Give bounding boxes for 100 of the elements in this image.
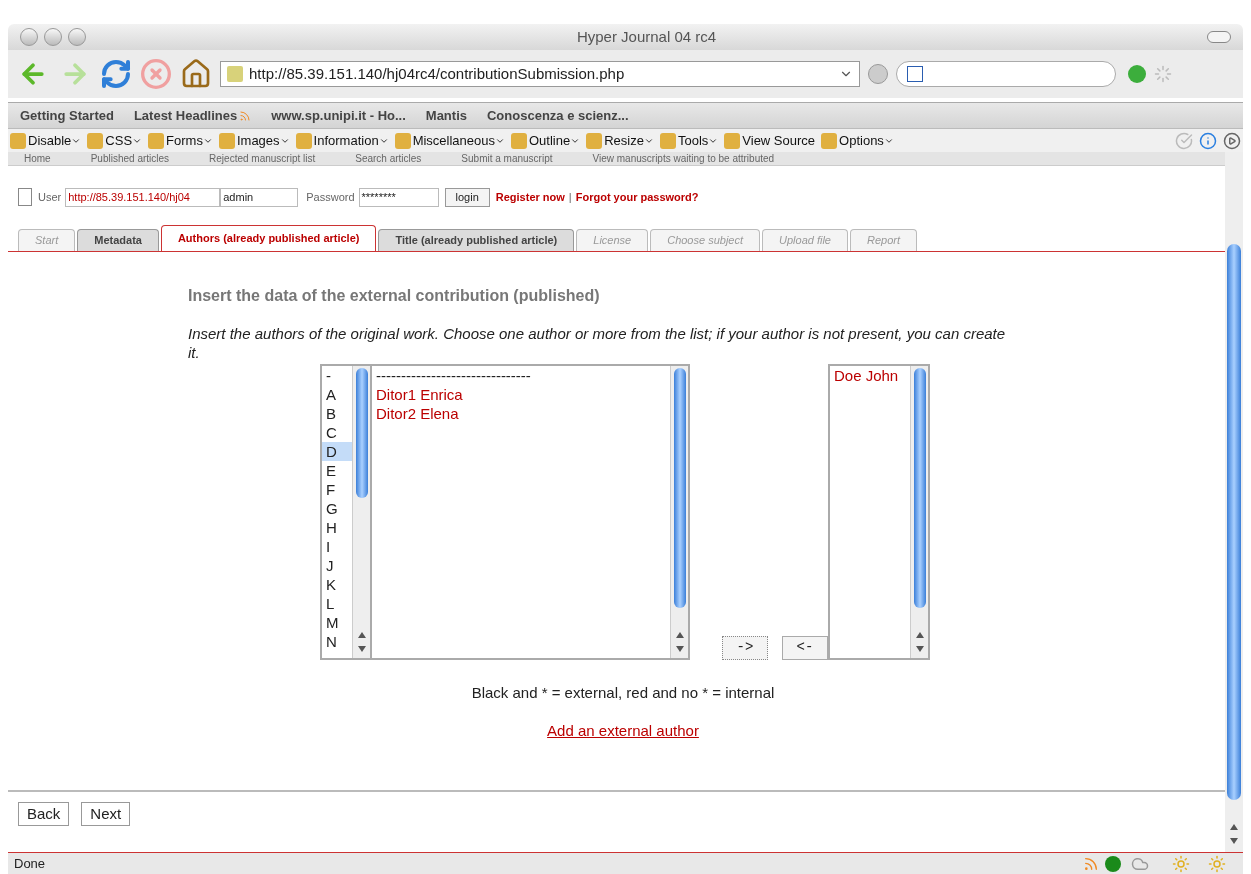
letter-option[interactable]: J <box>322 555 352 575</box>
scroll-up-icon[interactable] <box>915 631 924 638</box>
window-control-icon[interactable] <box>68 28 86 46</box>
toolbar-menu[interactable]: Tools <box>659 130 719 151</box>
page-scrollbar[interactable] <box>1225 152 1243 852</box>
letter-option[interactable]: H <box>322 517 352 537</box>
letter-option[interactable]: L <box>322 593 352 613</box>
window-control-icon[interactable] <box>44 28 62 46</box>
forgot-password-link[interactable]: Forgot your password? <box>575 189 699 206</box>
separator-text: | <box>568 190 572 205</box>
letter-option[interactable]: N <box>322 631 352 651</box>
reload-icon[interactable] <box>100 58 132 90</box>
nav-link[interactable]: Rejected manuscript list <box>209 152 316 165</box>
toolbar-menu[interactable]: CSS <box>87 130 143 151</box>
toolbar-menu[interactable]: Miscellaneous <box>394 130 505 151</box>
letter-option[interactable]: I <box>322 536 352 556</box>
nav-link[interactable]: Published articles <box>90 152 170 165</box>
letter-option[interactable]: - <box>322 365 352 385</box>
author-option[interactable]: Ditor1 Enrica <box>376 384 666 404</box>
login-button[interactable]: login <box>444 188 490 207</box>
letter-option[interactable]: A <box>322 384 352 404</box>
document-icon <box>18 188 32 206</box>
author-option[interactable]: Ditor2 Elena <box>376 403 666 423</box>
selected-authors-list[interactable]: Doe John <box>828 363 930 660</box>
scroll-down-icon[interactable] <box>675 645 684 652</box>
toolbar-tool-icon <box>295 132 312 149</box>
bookmark-link[interactable]: Getting Started <box>20 105 114 126</box>
toolbar-menu[interactable]: Images <box>218 130 290 151</box>
check-icon[interactable] <box>1175 131 1193 150</box>
bookmark-link[interactable]: Conoscenza e scienz... <box>487 105 629 126</box>
spinner-icon <box>1154 65 1172 83</box>
toolbar-tool-icon <box>586 132 603 149</box>
letter-list[interactable]: - A B C D E F G H I J K L M N <box>320 363 370 660</box>
remove-author-button[interactable]: <- <box>782 635 828 660</box>
add-author-button[interactable]: -> <box>722 635 768 660</box>
letter-option[interactable]: B <box>322 403 352 423</box>
home-icon[interactable] <box>180 58 212 90</box>
nav-link[interactable]: Home <box>24 152 51 165</box>
window-control-icon[interactable] <box>20 28 38 46</box>
toolbar-tool-icon <box>659 132 676 149</box>
tab[interactable]: Authors (already published article) <box>160 224 377 251</box>
selected-author-option[interactable]: Doe John <box>834 365 906 385</box>
nav-button[interactable]: Back <box>18 802 70 826</box>
password-field[interactable]: ******** <box>358 188 439 207</box>
address-bar[interactable]: http://85.39.151.140/hj04rc4/contributionSubmission.php <box>220 61 860 87</box>
letter-option[interactable]: D <box>322 441 352 461</box>
url-field[interactable]: http://85.39.151.140/hj04 <box>65 188 221 207</box>
toolbar-tool-icon <box>724 132 741 149</box>
toolbar-tool-icon <box>218 132 235 149</box>
go-icon[interactable] <box>868 64 888 84</box>
play-icon[interactable] <box>1223 131 1241 150</box>
url-text: http://85.39.151.140/hj04rc4/contributionSubmission.php <box>249 63 626 84</box>
letter-option[interactable]: G <box>322 498 352 518</box>
add-external-author-link[interactable]: Add an external author <box>547 720 699 743</box>
search-field[interactable] <box>896 61 1116 87</box>
scroll-up-icon[interactable] <box>1230 824 1238 830</box>
nav-button[interactable]: Next <box>81 802 131 826</box>
letter-option[interactable]: M <box>322 612 352 632</box>
letter-option[interactable]: E <box>322 460 352 480</box>
info-icon[interactable] <box>1199 131 1217 150</box>
toolbar-menu[interactable]: Options <box>821 130 894 151</box>
bookmark-link[interactable]: Mantis <box>425 105 467 126</box>
bookmark-link[interactable]: Latest Headlines <box>133 105 238 126</box>
scrollbar[interactable] <box>910 365 928 658</box>
tab[interactable]: Metadata <box>77 228 159 251</box>
tab[interactable]: Title (already published article) <box>378 228 575 251</box>
letter-option[interactable]: F <box>322 479 352 499</box>
letter-option[interactable]: C <box>322 422 352 442</box>
password-label: Password <box>306 190 355 205</box>
section-heading: Insert the data of the external contribution (published) <box>188 285 601 306</box>
nav-link[interactable]: View manuscripts waiting to be attributed <box>592 152 775 165</box>
toolbar-menu[interactable]: Outline <box>511 130 581 151</box>
toolbar-tool-icon <box>148 132 165 149</box>
toolbar-menu[interactable]: Resize <box>586 130 654 151</box>
toolbar-tool-icon <box>821 132 838 149</box>
scroll-down-icon[interactable] <box>1230 838 1238 844</box>
nav-link[interactable]: Submit a manuscript <box>461 152 553 165</box>
author-option[interactable]: ------------------------------- <box>376 365 666 385</box>
scroll-up-icon[interactable] <box>675 631 684 638</box>
letter-option[interactable]: K <box>322 574 352 594</box>
bookmark-link[interactable]: www.sp.unipi.it - Ho... <box>271 105 406 126</box>
scroll-up-icon[interactable] <box>357 631 366 638</box>
scroll-down-icon[interactable] <box>915 645 924 652</box>
toolbar-menu[interactable]: Disable <box>10 130 82 151</box>
register-link[interactable]: Register now <box>495 189 565 206</box>
stop-icon[interactable] <box>140 58 172 90</box>
scrollbar[interactable] <box>670 365 688 658</box>
username-field[interactable]: admin <box>220 188 299 207</box>
toolbar-menu[interactable]: Forms <box>148 130 213 151</box>
nav-link[interactable]: Search articles <box>355 152 422 165</box>
scrollbar[interactable] <box>352 365 370 658</box>
window-title: Hyper Journal 04 rc4 <box>575 26 718 47</box>
toolbar-toggle-icon[interactable] <box>1207 31 1231 43</box>
toolbar-tool-icon <box>511 132 527 149</box>
user-label: User <box>38 190 62 205</box>
update-icon[interactable] <box>1128 65 1146 83</box>
author-list[interactable]: ------------------------------- Ditor1 Enrica Ditor2 Elena <box>370 363 690 660</box>
scroll-down-icon[interactable] <box>357 645 366 652</box>
toolbar-menu[interactable]: Information <box>295 130 389 151</box>
toolbar-menu[interactable]: View Source <box>724 130 816 151</box>
